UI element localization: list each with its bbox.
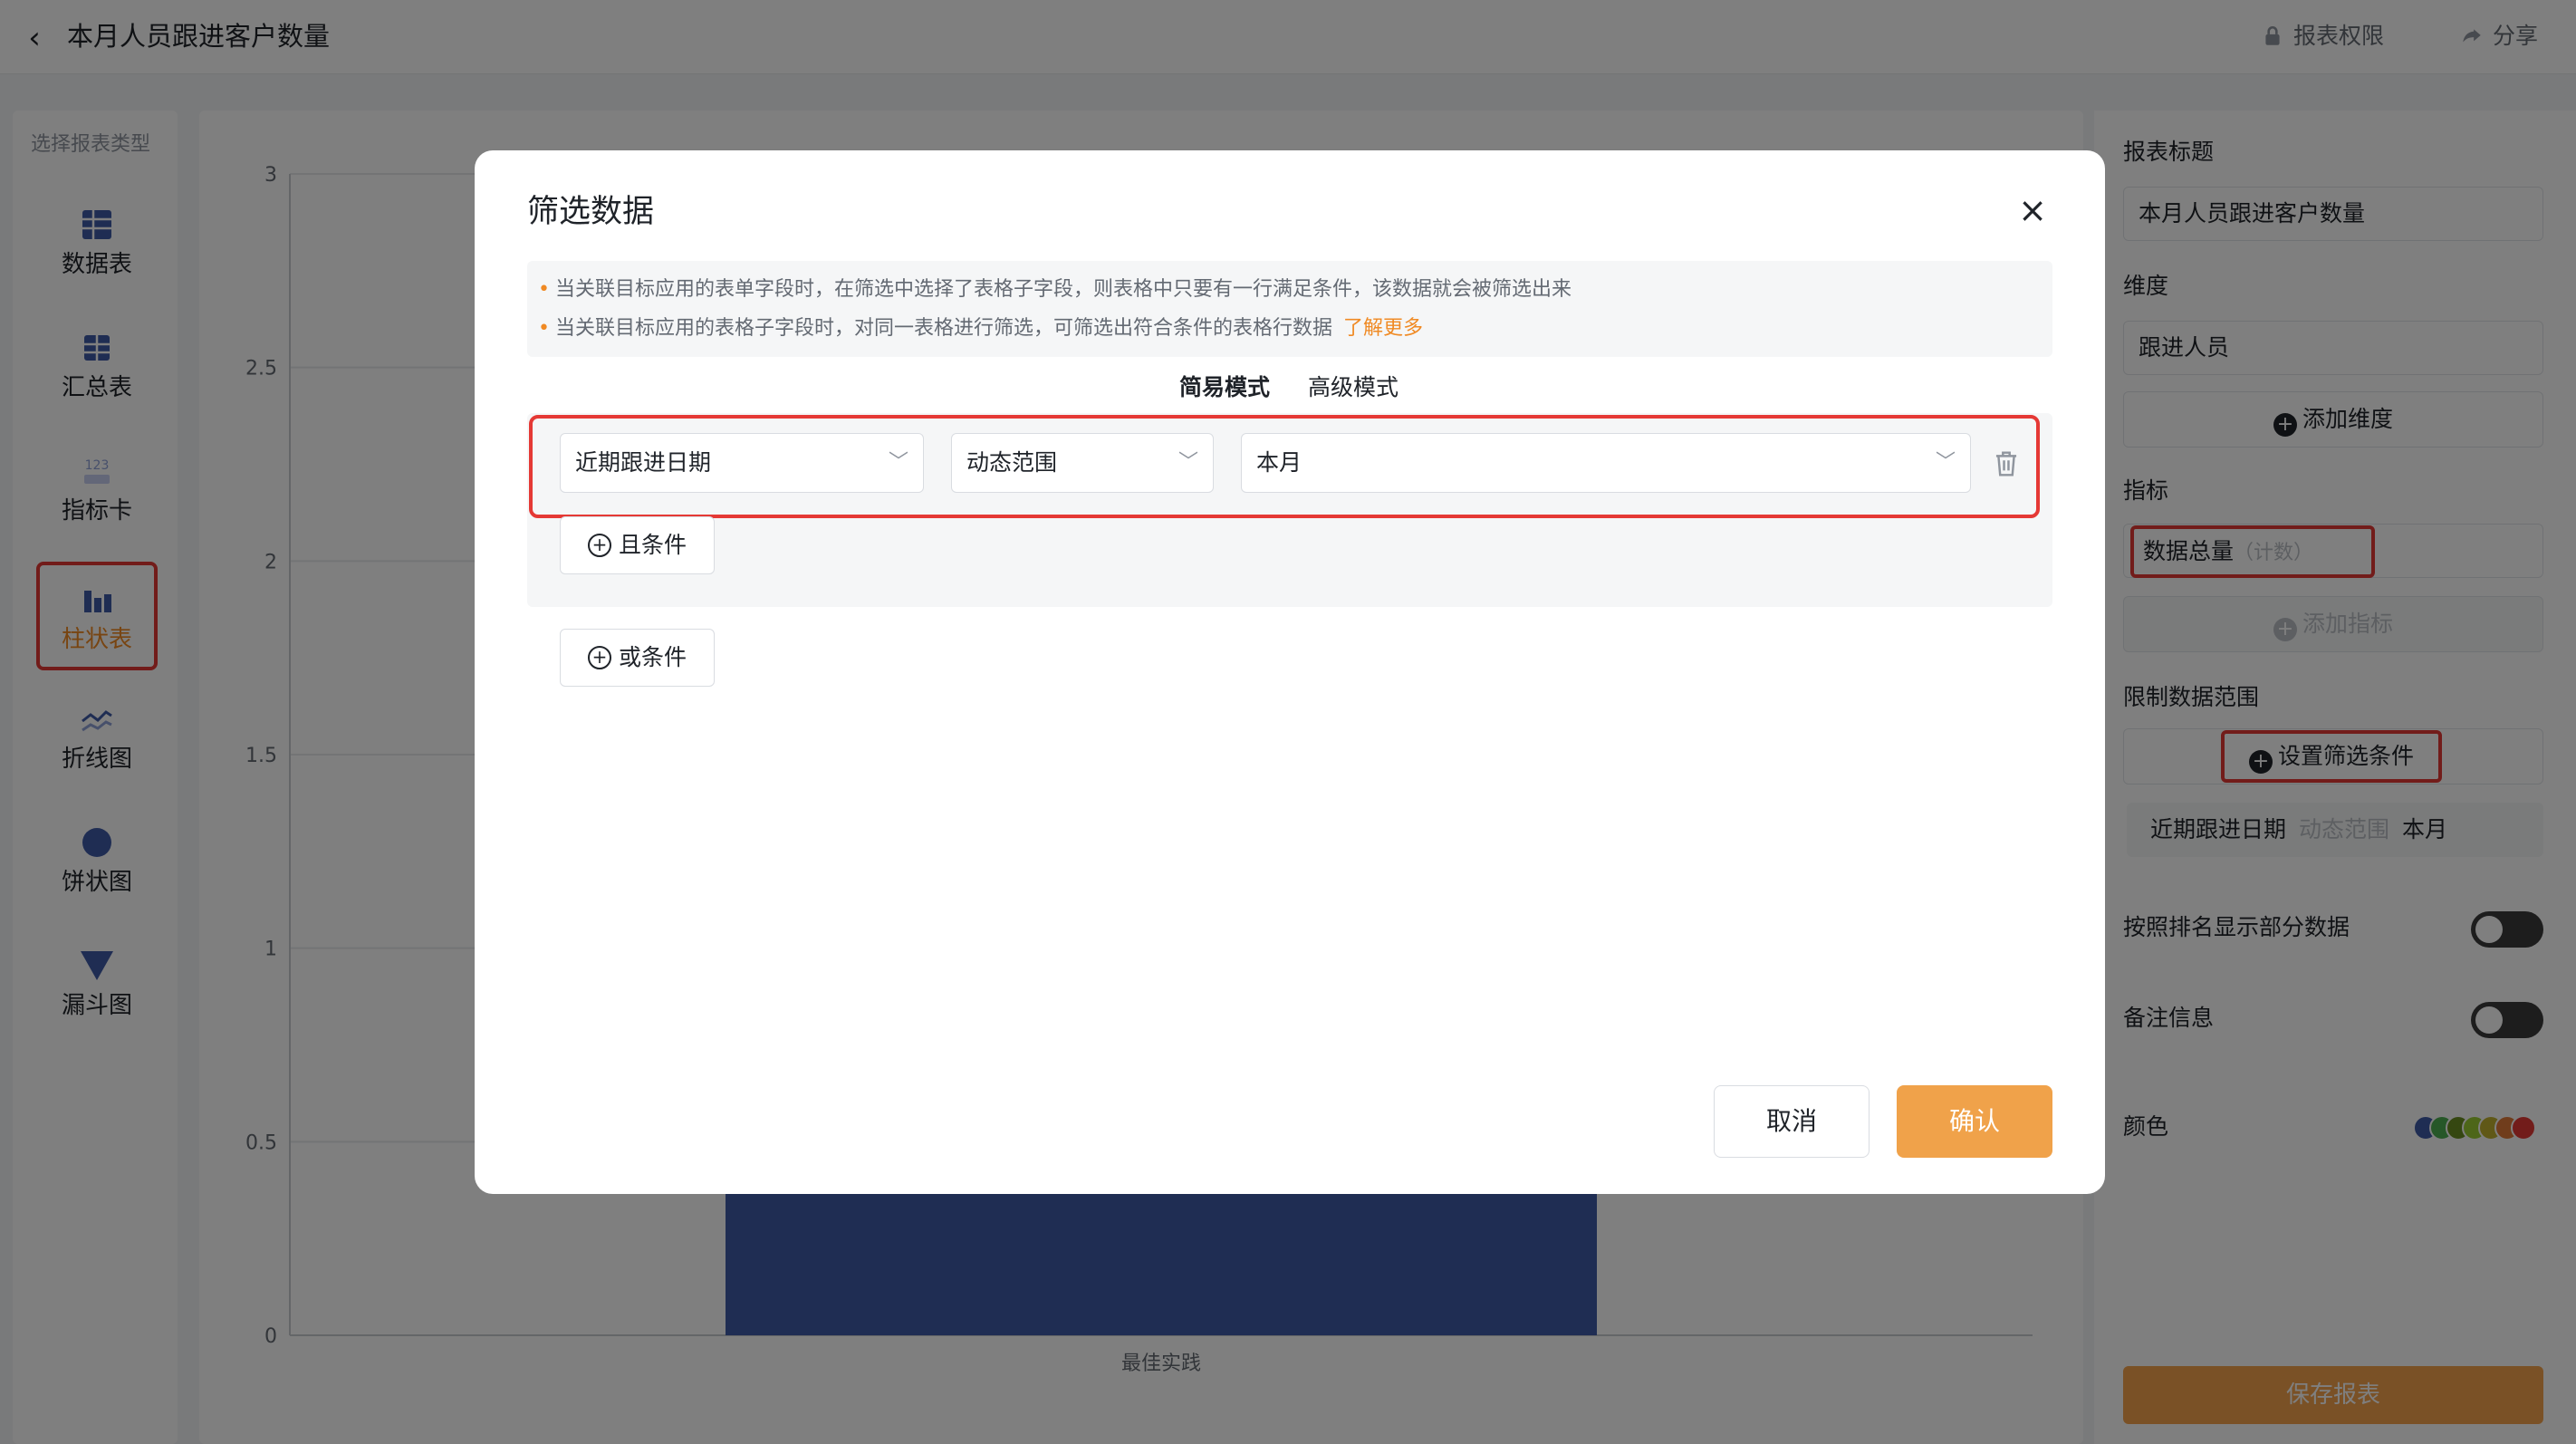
condition-operator-value: 动态范围 (966, 449, 1058, 476)
condition-value: 本月 (1256, 449, 1302, 476)
bullet-icon: • (538, 278, 550, 301)
add-and-label: 且条件 (619, 532, 687, 558)
condition-value-select[interactable]: 本月 ﹀ (1241, 433, 1971, 493)
confirm-button[interactable]: 确认 (1897, 1085, 2052, 1158)
notice-line: • 当关联目标应用的表格子字段时，对同一表格进行筛选，可筛选出符合条件的表格行数据… (538, 313, 1423, 345)
chevron-down-icon: ﹀ (1177, 451, 1198, 474)
trash-icon[interactable] (1993, 449, 2020, 478)
chevron-down-icon: ﹀ (1935, 451, 1956, 474)
close-icon[interactable]: × (2013, 190, 2052, 230)
learn-more-link[interactable]: 了解更多 (1343, 317, 1423, 340)
bullet-icon: • (538, 317, 550, 340)
tab-simple-mode[interactable]: 简易模式 (1179, 370, 1270, 406)
condition-field-value: 近期跟进日期 (575, 449, 712, 476)
add-or-condition-button[interactable]: + 或条件 (560, 629, 716, 687)
notice-text: 当关联目标应用的表单字段时，在筛选中选择了表格子字段，则表格中只要有一行满足条件… (554, 278, 1572, 301)
circle-plus-icon: + (588, 646, 611, 669)
chevron-down-icon: ﹀ (888, 451, 908, 474)
add-and-condition-button[interactable]: + 且条件 (560, 516, 716, 574)
condition-field-select[interactable]: 近期跟进日期 ﹀ (560, 433, 924, 493)
notice-line: • 当关联目标应用的表单字段时，在筛选中选择了表格子字段，则表格中只要有一行满足条… (538, 274, 1572, 306)
condition-operator-select[interactable]: 动态范围 ﹀ (951, 433, 1214, 493)
circle-plus-icon: + (588, 534, 611, 557)
cancel-button[interactable]: 取消 (1714, 1085, 1870, 1158)
tab-advanced-mode[interactable]: 高级模式 (1308, 370, 1399, 406)
add-or-label: 或条件 (619, 644, 687, 670)
notice-text: 当关联目标应用的表格子字段时，对同一表格进行筛选，可筛选出符合条件的表格行数据 (554, 317, 1332, 340)
dialog-title: 筛选数据 (527, 194, 655, 230)
